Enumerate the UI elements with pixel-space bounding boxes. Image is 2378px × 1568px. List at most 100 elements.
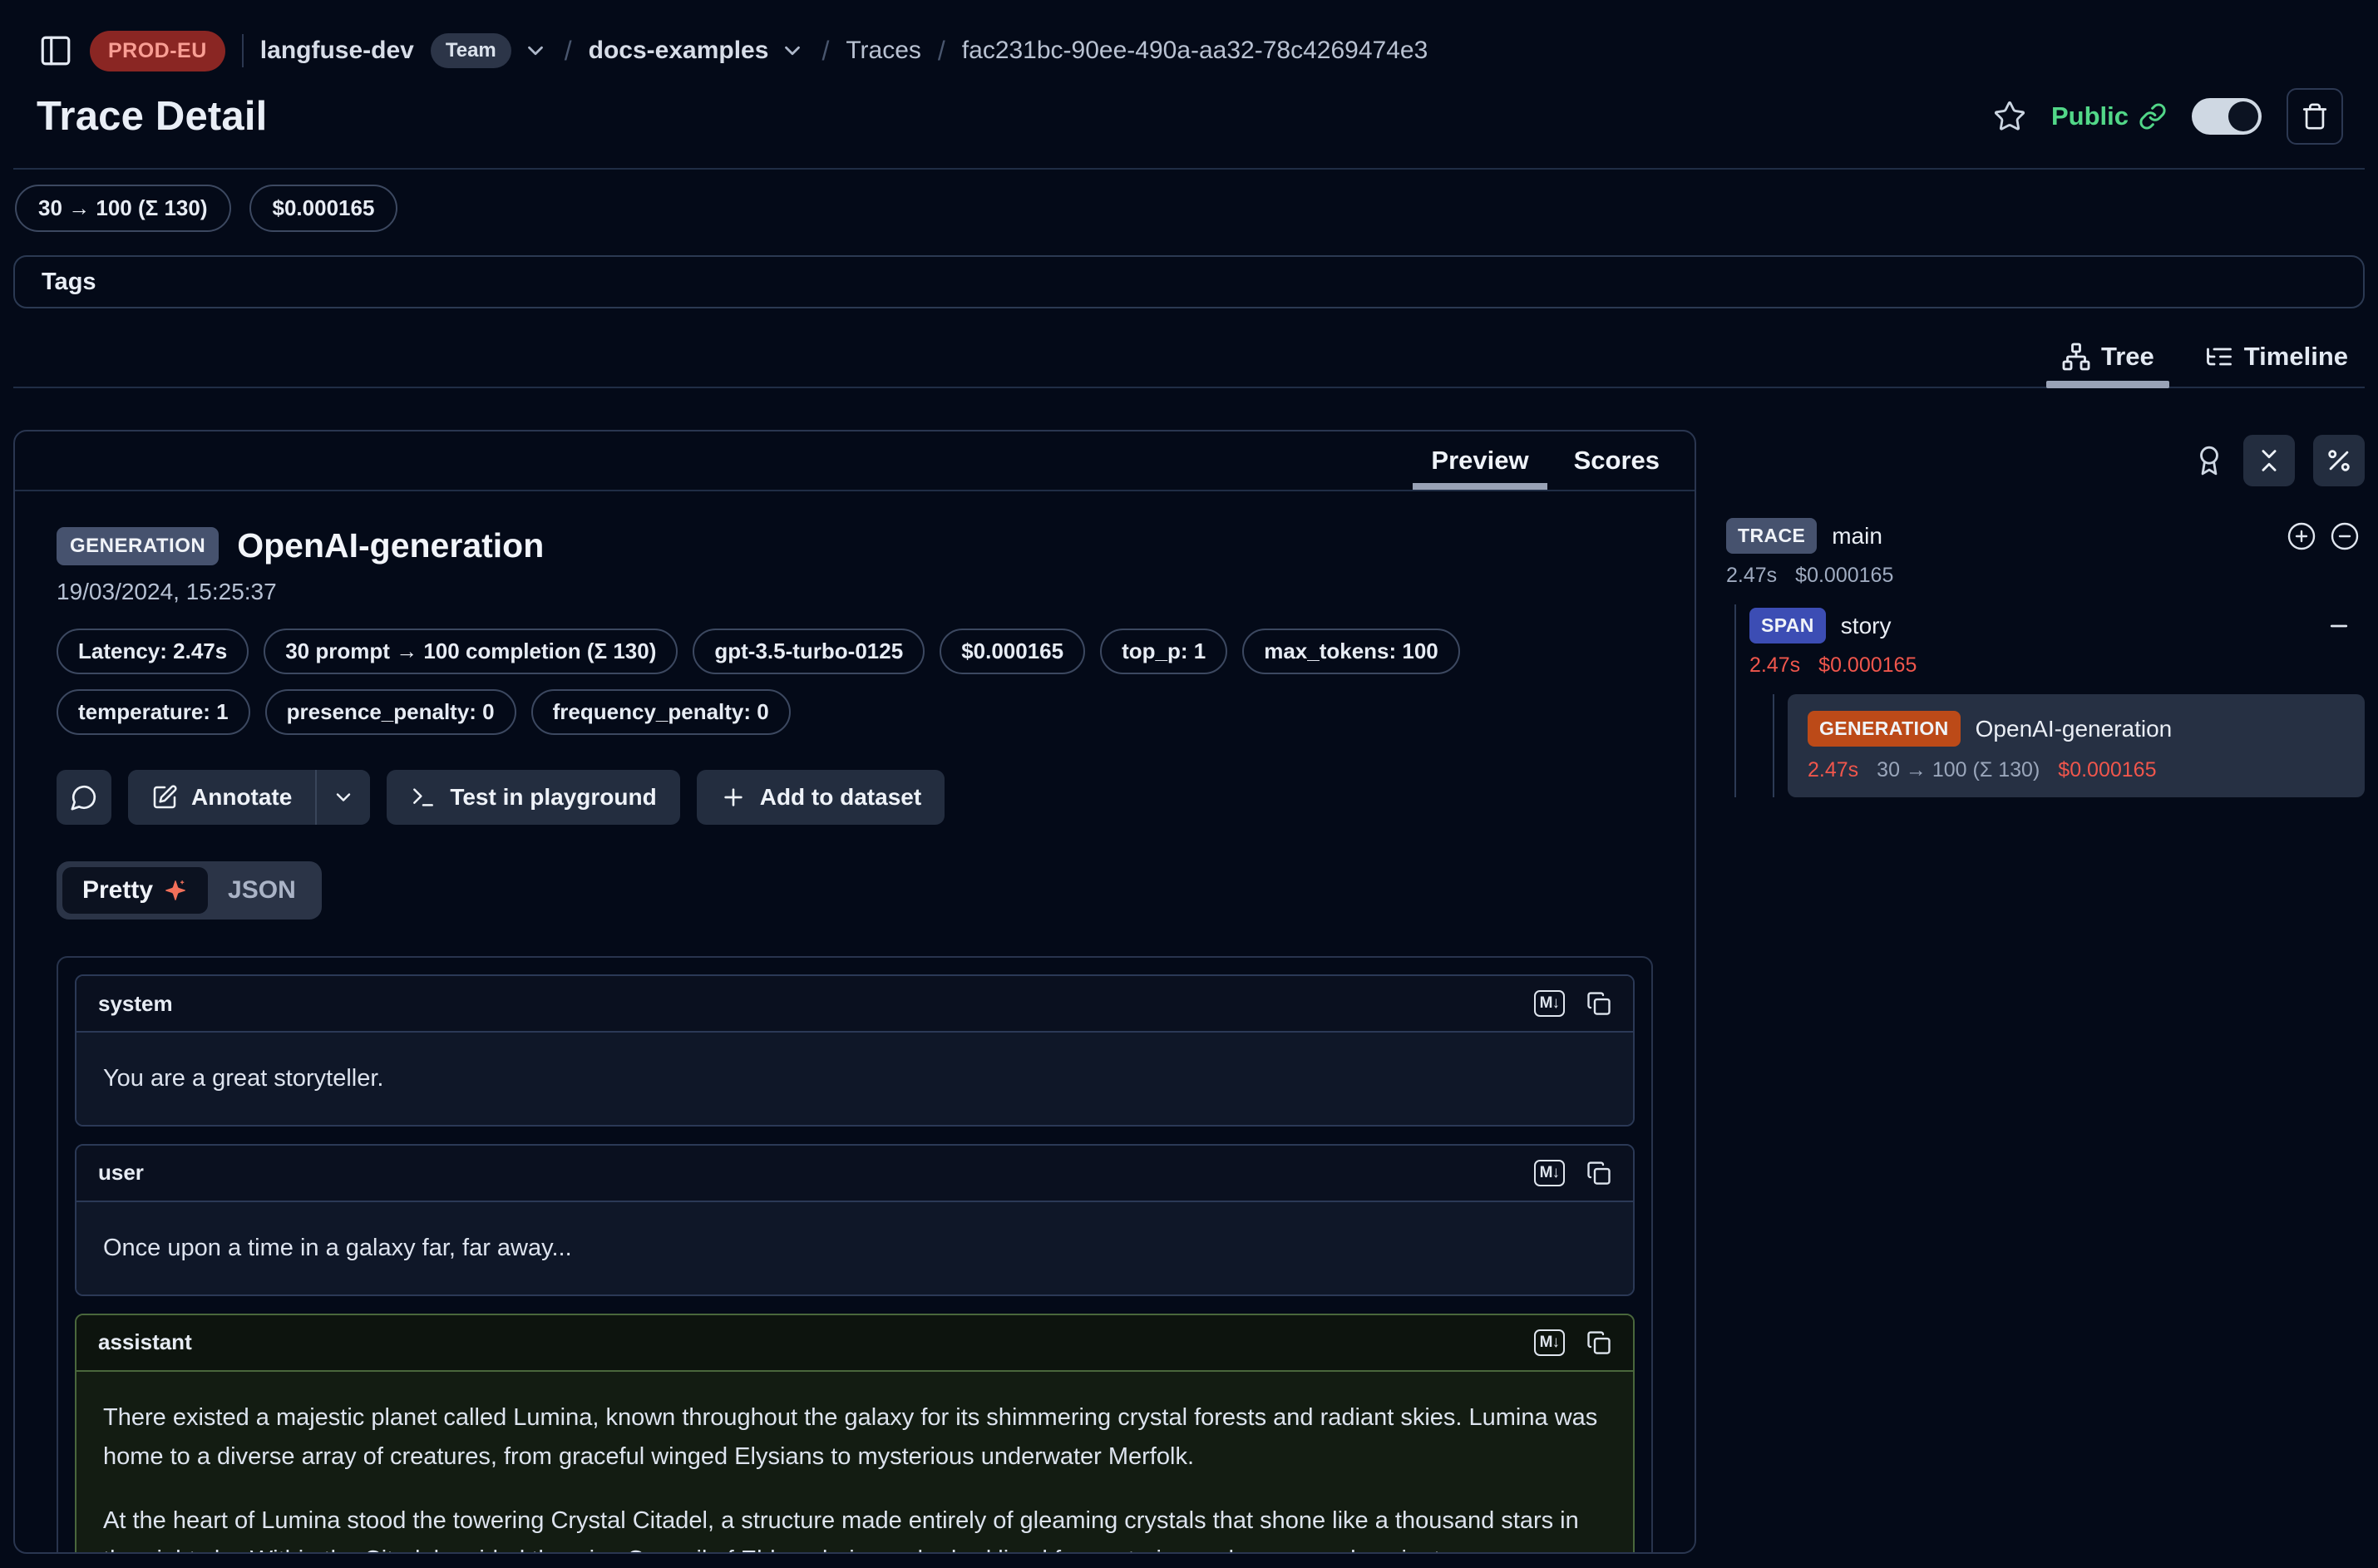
breadcrumb-org[interactable]: langfuse-dev xyxy=(260,37,414,65)
message-header-actions: M↓ xyxy=(1534,1160,1611,1186)
header-divider xyxy=(13,168,2365,170)
tree-node-span[interactable]: SPAN story xyxy=(1749,608,2365,643)
observation-actions: Annotate Test in playground Add to data xyxy=(57,770,1653,825)
annotate-split-button: Annotate xyxy=(128,770,370,825)
comment-icon xyxy=(70,783,98,811)
breadcrumb-traces[interactable]: Traces xyxy=(846,37,921,65)
list-tree-icon xyxy=(2204,342,2234,372)
title-actions: Public xyxy=(1993,88,2343,145)
tree-node-trace[interactable]: TRACE main xyxy=(1726,518,2365,554)
public-toggle[interactable] xyxy=(2192,98,2262,135)
message-header-actions: M↓ xyxy=(1534,990,1611,1017)
add-to-dataset-button[interactable]: Add to dataset xyxy=(697,770,945,825)
playground-button[interactable]: Test in playground xyxy=(387,770,679,825)
environment-badge: PROD-EU xyxy=(90,31,225,71)
latency-badge: Latency: 2.47s xyxy=(57,629,249,674)
message-role: user xyxy=(98,1160,144,1186)
bookmark-star-icon[interactable] xyxy=(1993,100,2026,133)
token-usage-badge: 30 prompt → 100 completion (Σ 130) xyxy=(264,629,678,674)
tab-scores[interactable]: Scores xyxy=(1572,431,1661,490)
comment-button[interactable] xyxy=(57,770,111,825)
tab-tree-label: Tree xyxy=(2101,342,2154,372)
breadcrumb-project[interactable]: docs-examples xyxy=(589,37,769,65)
org-chevron-down-icon[interactable] xyxy=(523,38,548,63)
collapse-node-minus-icon[interactable] xyxy=(2326,614,2351,639)
copy-icon[interactable] xyxy=(1586,991,1611,1016)
trash-icon xyxy=(2301,102,2329,131)
public-status: Public xyxy=(2051,101,2167,131)
annotate-button[interactable]: Annotate xyxy=(128,770,315,825)
cost-badge: $0.000165 xyxy=(249,185,398,232)
message-header: assistant M↓ xyxy=(76,1315,1633,1372)
network-icon xyxy=(2061,342,2091,372)
trace-badge: TRACE xyxy=(1726,518,1817,554)
view-mode-tabs: Tree Timeline xyxy=(13,342,2365,388)
trace-stats: 2.47s $0.000165 xyxy=(1726,564,2365,588)
message-header-actions: M↓ xyxy=(1534,1329,1611,1356)
model-badge: gpt-3.5-turbo-0125 xyxy=(693,629,925,674)
generation-node-head: GENERATION OpenAI-generation xyxy=(1808,711,2345,747)
message-header: system M↓ xyxy=(76,976,1633,1033)
delete-trace-button[interactable] xyxy=(2287,88,2343,145)
generation-name: OpenAI-generation xyxy=(1976,716,2173,742)
pretty-label: Pretty xyxy=(82,876,153,905)
sidebar-toggle-icon[interactable] xyxy=(38,33,73,68)
observation-panel: Preview Scores GENERATION OpenAI-generat… xyxy=(13,430,1696,1554)
message-card-system: system M↓ You are a great storyteller. xyxy=(75,974,1635,1127)
breadcrumb-separator: / xyxy=(821,36,829,67)
message-role: assistant xyxy=(98,1329,192,1355)
terminal-icon xyxy=(410,784,437,811)
breadcrumb-trace-id: fac231bc-90ee-490a-aa32-78c4269474e3 xyxy=(962,37,1428,65)
markdown-glyph: M↓ xyxy=(1534,1160,1565,1186)
format-json[interactable]: JSON xyxy=(208,867,316,914)
message-card-assistant: assistant M↓ There existed a majestic pl… xyxy=(75,1314,1635,1554)
collapse-all-minus-icon[interactable] xyxy=(2330,521,2360,551)
markdown-toggle-icon[interactable]: M↓ xyxy=(1534,990,1565,1017)
tab-tree[interactable]: Tree xyxy=(2058,342,2158,387)
title-row: Trace Detail Public xyxy=(37,88,2343,145)
public-link-icon[interactable] xyxy=(2139,102,2167,131)
page-title: Trace Detail xyxy=(37,93,268,140)
observation-type-badge: GENERATION xyxy=(57,527,219,565)
expand-all-plus-icon[interactable] xyxy=(2287,521,2316,551)
project-chevron-down-icon[interactable] xyxy=(780,38,805,63)
frequency-penalty-badge: frequency_penalty: 0 xyxy=(531,689,791,735)
trace-children: SPAN story 2.47s $0.000165 xyxy=(1734,604,2365,797)
message-content: There existed a majestic planet called L… xyxy=(76,1372,1633,1554)
tags-field[interactable]: Tags xyxy=(13,255,2365,308)
cost-badge: $0.000165 xyxy=(940,629,1085,674)
max-tokens-badge: max_tokens: 100 xyxy=(1242,629,1460,674)
toggle-knob xyxy=(2228,101,2258,131)
trace-detail-page: PROD-EU langfuse-dev Team / docs-example… xyxy=(0,27,2378,1554)
annotate-dropdown-button[interactable] xyxy=(317,770,370,825)
markdown-toggle-icon[interactable]: M↓ xyxy=(1534,1160,1565,1186)
separator-line xyxy=(242,34,244,67)
edit-icon xyxy=(151,784,178,811)
observation-meta-badges: Latency: 2.47s 30 prompt → 100 completio… xyxy=(57,629,1653,735)
markdown-toggle-icon[interactable]: M↓ xyxy=(1534,1329,1565,1356)
message-card-user: user M↓ Once upon a time in a galaxy far… xyxy=(75,1144,1635,1296)
metrics-percent-button[interactable] xyxy=(2313,435,2365,486)
playground-label: Test in playground xyxy=(450,784,656,811)
collapse-all-button[interactable] xyxy=(2243,435,2295,486)
tab-timeline[interactable]: Timeline xyxy=(2201,342,2351,387)
span-name: story xyxy=(1841,613,1892,639)
tree-node-generation-selected[interactable]: GENERATION OpenAI-generation 2.47s 30 → … xyxy=(1788,694,2365,797)
format-toggle: Pretty JSON xyxy=(57,861,322,920)
format-pretty[interactable]: Pretty xyxy=(62,867,208,914)
scores-award-icon[interactable] xyxy=(2193,445,2225,476)
plus-icon xyxy=(720,784,747,811)
generation-latency: 2.47s xyxy=(1808,758,1858,782)
tab-preview[interactable]: Preview xyxy=(1429,431,1530,490)
span-badge: SPAN xyxy=(1749,608,1826,643)
breadcrumb: PROD-EU langfuse-dev Team / docs-example… xyxy=(38,27,2363,75)
copy-icon[interactable] xyxy=(1586,1330,1611,1355)
generation-usage: 30 → 100 (Σ 130) xyxy=(1877,758,2040,782)
breadcrumb-separator: / xyxy=(565,36,572,67)
content-area: Preview Scores GENERATION OpenAI-generat… xyxy=(13,430,2365,1554)
percent-icon xyxy=(2325,446,2353,475)
copy-icon[interactable] xyxy=(1586,1161,1611,1186)
span-stats: 2.47s $0.000165 xyxy=(1749,653,2365,678)
messages-container: system M↓ You are a great storyteller. xyxy=(57,956,1653,1554)
temperature-badge: temperature: 1 xyxy=(57,689,250,735)
